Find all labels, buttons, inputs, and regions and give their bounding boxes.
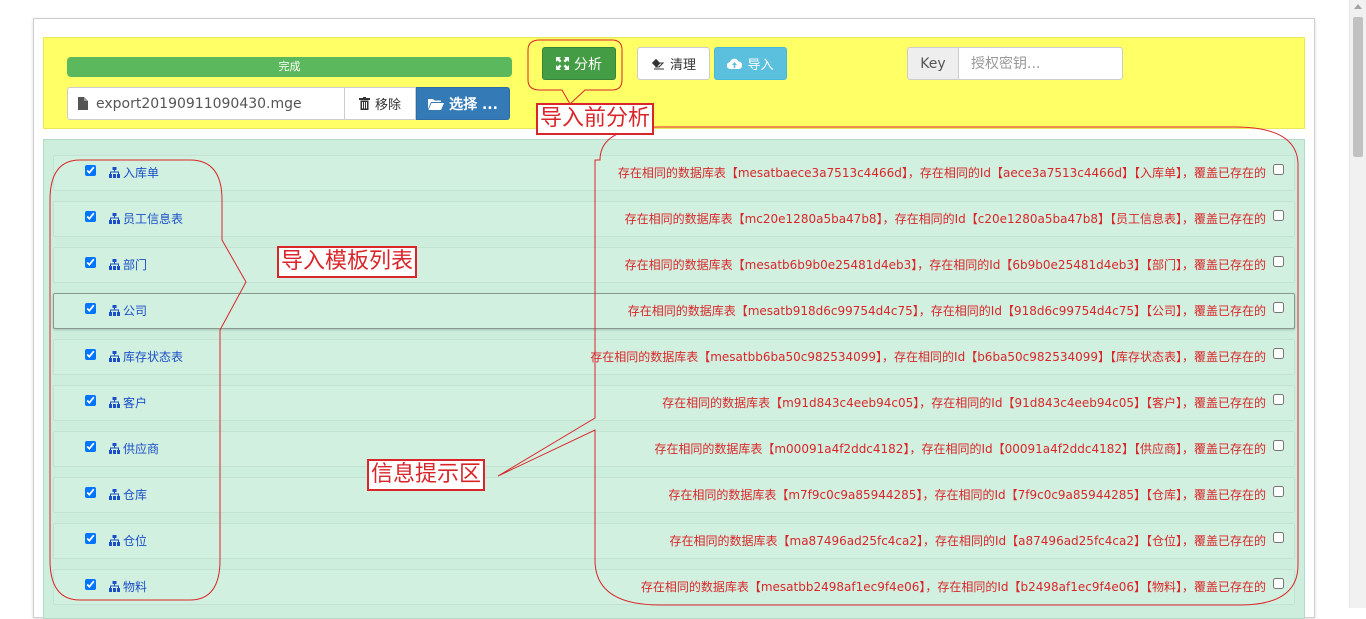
overwrite-checkbox[interactable] bbox=[1273, 348, 1284, 359]
template-name[interactable]: 公司 bbox=[123, 304, 147, 318]
expand-icon bbox=[556, 57, 569, 70]
sitemap-icon bbox=[109, 167, 120, 180]
choose-file-button[interactable]: 选择 ... bbox=[416, 87, 510, 120]
template-name[interactable]: 库存状态表 bbox=[123, 350, 183, 364]
template-row[interactable]: 客户 存在相同的数据库表【m91d843c4eeb94c05】，存在相同的Id【9… bbox=[53, 385, 1295, 421]
row-message: 存在相同的数据库表【m7f9c0c9a85944285】，存在相同的Id【7f9… bbox=[668, 488, 1266, 502]
template-name[interactable]: 入库单 bbox=[123, 166, 159, 180]
row-select-checkbox[interactable] bbox=[85, 303, 96, 314]
scroll-up-arrow-icon[interactable] bbox=[1354, 4, 1362, 9]
key-input-group: Key bbox=[907, 47, 1123, 80]
file-name-field[interactable]: export20190911090430.mge bbox=[67, 87, 345, 120]
sitemap-icon bbox=[109, 397, 120, 410]
overwrite-checkbox[interactable] bbox=[1273, 302, 1284, 313]
row-message: 存在相同的数据库表【mesatb918d6c99754d4c75】，存在相同的I… bbox=[627, 304, 1266, 318]
row-message: 存在相同的数据库表【mesatbaece3a7513c4466d】，存在相同的I… bbox=[617, 166, 1266, 180]
vertical-scrollbar[interactable] bbox=[1349, 0, 1366, 608]
template-name[interactable]: 物料 bbox=[123, 580, 147, 594]
sitemap-icon bbox=[109, 443, 120, 456]
template-row[interactable]: 公司 存在相同的数据库表【mesatb918d6c99754d4c75】，存在相同… bbox=[53, 293, 1295, 329]
overwrite-checkbox[interactable] bbox=[1273, 486, 1284, 497]
row-message: 存在相同的数据库表【mesatbb2498af1ec9f4e06】，存在相同的I… bbox=[640, 580, 1266, 594]
row-select-checkbox[interactable] bbox=[85, 441, 96, 452]
annotation-analyze: 导入前分析 bbox=[536, 103, 655, 135]
template-row[interactable]: 员工信息表 存在相同的数据库表【mc20e1280a5ba47b8】，存在相同的I… bbox=[53, 201, 1295, 237]
sitemap-icon bbox=[109, 581, 120, 594]
sitemap-icon bbox=[109, 489, 120, 502]
template-name[interactable]: 供应商 bbox=[123, 442, 159, 456]
overwrite-checkbox[interactable] bbox=[1273, 532, 1284, 543]
overwrite-checkbox[interactable] bbox=[1273, 440, 1284, 451]
scroll-thumb[interactable] bbox=[1353, 17, 1363, 157]
annotation-templates: 导入模板列表 bbox=[277, 246, 418, 278]
row-select-checkbox[interactable] bbox=[85, 579, 96, 590]
row-select-checkbox[interactable] bbox=[85, 349, 96, 360]
file-input-group: export20190911090430.mge 移除 选择 ... bbox=[67, 87, 510, 120]
row-select-checkbox[interactable] bbox=[85, 211, 96, 222]
overwrite-checkbox[interactable] bbox=[1273, 164, 1284, 175]
annotation-messages: 信息提示区 bbox=[367, 459, 486, 491]
template-row[interactable]: 供应商 存在相同的数据库表【m00091a4f2ddc4182】，存在相同的Id【… bbox=[53, 431, 1295, 467]
overwrite-checkbox[interactable] bbox=[1273, 394, 1284, 405]
overwrite-checkbox[interactable] bbox=[1273, 210, 1284, 221]
remove-button[interactable]: 移除 bbox=[345, 87, 416, 120]
clean-label: 清理 bbox=[669, 58, 696, 73]
sitemap-icon bbox=[109, 259, 120, 272]
template-name[interactable]: 客户 bbox=[123, 396, 147, 410]
cloud-upload-icon bbox=[727, 58, 743, 69]
row-select-checkbox[interactable] bbox=[85, 533, 96, 544]
analyze-button[interactable]: 分析 bbox=[542, 47, 616, 80]
file-name: export20190911090430.mge bbox=[96, 95, 302, 112]
trash-icon bbox=[358, 97, 370, 110]
template-name[interactable]: 仓位 bbox=[123, 534, 147, 548]
template-row[interactable]: 仓库 存在相同的数据库表【m7f9c0c9a85944285】，存在相同的Id【7… bbox=[53, 477, 1295, 513]
analyze-label: 分析 bbox=[574, 56, 602, 73]
sitemap-icon bbox=[109, 351, 120, 364]
upload-progress-bar: 完成 bbox=[67, 57, 512, 77]
file-icon bbox=[78, 97, 88, 110]
key-label: Key bbox=[907, 47, 959, 80]
template-row[interactable]: 入库单 存在相同的数据库表【mesatbaece3a7513c4466d】，存在相… bbox=[53, 155, 1295, 191]
row-message: 存在相同的数据库表【mesatb6b9b0e25481d4eb3】，存在相同的I… bbox=[624, 258, 1266, 272]
template-row[interactable]: 部门 存在相同的数据库表【mesatb6b9b0e25481d4eb3】，存在相同… bbox=[53, 247, 1295, 283]
license-key-input[interactable] bbox=[959, 47, 1123, 80]
progress-fill: 完成 bbox=[67, 57, 512, 77]
row-message: 存在相同的数据库表【ma87496ad25fc4ca2】，存在相同的Id【a87… bbox=[669, 534, 1266, 548]
remove-label: 移除 bbox=[374, 98, 401, 113]
template-name[interactable]: 仓库 bbox=[123, 488, 147, 502]
template-name[interactable]: 员工信息表 bbox=[123, 212, 183, 226]
row-select-checkbox[interactable] bbox=[85, 487, 96, 498]
sitemap-icon bbox=[109, 305, 120, 318]
eraser-icon bbox=[651, 58, 665, 69]
template-row[interactable]: 物料 存在相同的数据库表【mesatbb2498af1ec9f4e06】，存在相同… bbox=[53, 569, 1295, 605]
template-row[interactable]: 库存状态表 存在相同的数据库表【mesatbb6ba50c982534099】，存… bbox=[53, 339, 1295, 375]
clean-button[interactable]: 清理 bbox=[637, 47, 710, 80]
row-message: 存在相同的数据库表【m00091a4f2ddc4182】，存在相同的Id【000… bbox=[654, 442, 1266, 456]
choose-label: 选择 ... bbox=[449, 96, 498, 113]
overwrite-checkbox[interactable] bbox=[1273, 578, 1284, 589]
template-row[interactable]: 仓位 存在相同的数据库表【ma87496ad25fc4ca2】，存在相同的Id【a… bbox=[53, 523, 1295, 559]
row-message: 存在相同的数据库表【m91d843c4eeb94c05】，存在相同的Id【91d… bbox=[662, 396, 1266, 410]
template-name[interactable]: 部门 bbox=[123, 258, 147, 272]
import-button[interactable]: 导入 bbox=[714, 47, 787, 80]
row-select-checkbox[interactable] bbox=[85, 395, 96, 406]
import-label: 导入 bbox=[747, 58, 774, 73]
overwrite-checkbox[interactable] bbox=[1273, 256, 1284, 267]
sitemap-icon bbox=[109, 535, 120, 548]
row-select-checkbox[interactable] bbox=[85, 165, 96, 176]
sitemap-icon bbox=[109, 213, 120, 226]
row-select-checkbox[interactable] bbox=[85, 257, 96, 268]
row-message: 存在相同的数据库表【mesatbb6ba50c982534099】，存在相同的I… bbox=[590, 350, 1266, 364]
row-message: 存在相同的数据库表【mc20e1280a5ba47b8】，存在相同的Id【c20… bbox=[624, 212, 1266, 226]
folder-open-icon bbox=[428, 98, 445, 110]
